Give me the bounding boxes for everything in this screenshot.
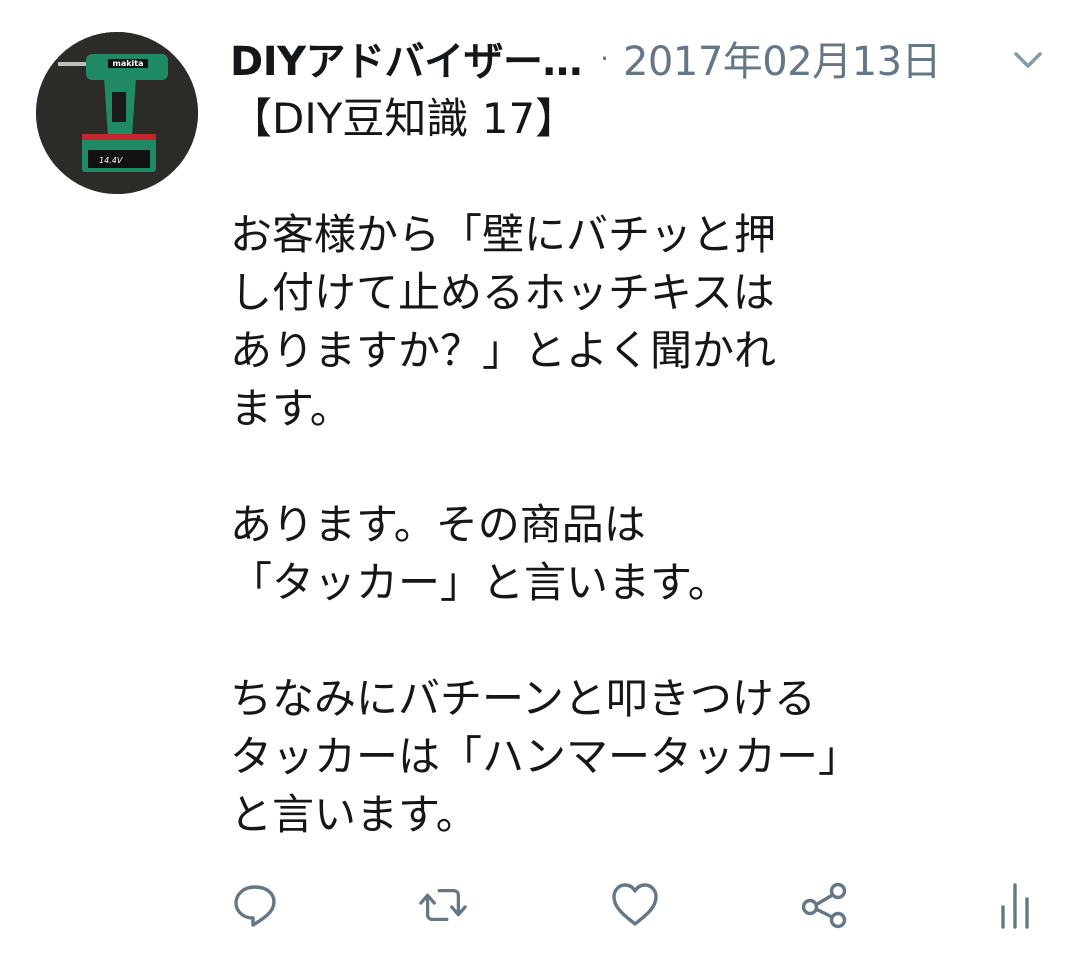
tweet-text-line: ありますか？」とよく聞かれ xyxy=(230,326,777,375)
tweet-text-line: 「タッカー」と言います。 xyxy=(230,558,730,607)
tweet-text: 【DIY豆知識 17】 お客様から「壁にバチッと押 し付けて止めるホッチキスは … xyxy=(230,90,930,844)
tweet-text-line: し付けて止めるホッチキスは xyxy=(230,268,775,317)
tweet-text-line: お客様から「壁にバチッと押 xyxy=(230,210,777,259)
tweet-header: DIYアドバイザー… · 2017年02月13日 xyxy=(230,28,1060,88)
tweet[interactable]: makita 14.4V DIYアドバイザー… · 2017年02月13日 【D… xyxy=(0,0,1080,964)
retweet-icon xyxy=(419,888,467,922)
tweet-timestamp[interactable]: 2017年02月13日 xyxy=(623,29,942,87)
reply-button[interactable] xyxy=(230,880,280,930)
heart-icon xyxy=(612,883,658,926)
tweet-text-line: 【DIY豆知識 17】 xyxy=(230,94,578,143)
reply-icon xyxy=(234,885,276,927)
author-display-name[interactable]: DIYアドバイザー… xyxy=(230,29,583,87)
tweet-actions xyxy=(0,880,1080,940)
avatar-battery-text: 14.4V xyxy=(99,156,123,165)
share-icon xyxy=(801,882,847,929)
tweet-text-line: ます。 xyxy=(230,384,352,433)
tweet-text-line xyxy=(230,148,930,206)
share-button[interactable] xyxy=(800,880,850,930)
tweet-text-line: ちなみにバチーンと叩きつける xyxy=(230,674,816,723)
drill-avatar-image: makita 14.4V xyxy=(36,32,198,194)
separator-dot: · xyxy=(600,41,609,75)
tweet-text-line: あります。その商品は xyxy=(230,500,646,549)
tweet-text-line: と言います。 xyxy=(230,790,478,839)
more-options-chevron-down-icon[interactable] xyxy=(1010,44,1046,74)
tweet-text-line xyxy=(230,612,930,670)
retweet-button[interactable] xyxy=(418,880,468,930)
tweet-text-line: タッカーは「ハンマータッカー」 xyxy=(230,732,861,781)
avatar-brand-text: makita xyxy=(112,59,143,68)
avatar[interactable]: makita 14.4V xyxy=(36,32,198,194)
like-button[interactable] xyxy=(610,880,660,930)
analytics-icon xyxy=(1001,883,1029,929)
tweet-text-line xyxy=(230,438,930,496)
analytics-button[interactable] xyxy=(990,880,1040,930)
